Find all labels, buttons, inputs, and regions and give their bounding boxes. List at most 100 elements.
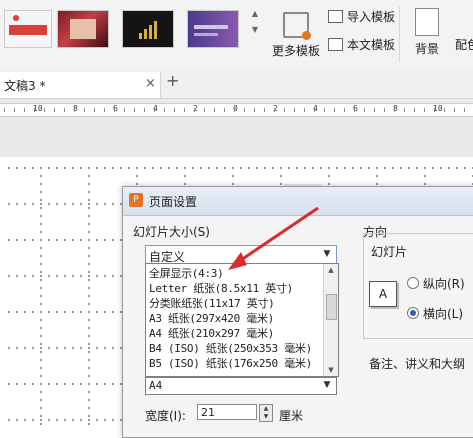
size-option[interactable]: A3 纸张(297x420 毫米) [149,311,274,327]
ruler-tick [4,108,5,112]
scroll-thumb[interactable] [326,294,337,320]
guide-dot [112,311,114,313]
guide-dot [32,203,34,205]
guide-dot [48,239,50,241]
guide-dot [112,419,114,421]
guide-dot [104,239,106,241]
scroll-down-icon[interactable]: ▼ [324,366,338,374]
background-label: 背景 [414,42,439,56]
guide-dot [48,419,50,421]
guide-dot [24,167,26,169]
guide-dot [112,239,114,241]
size-option[interactable]: A4 纸张(210x297 毫米) [149,326,274,342]
scroll-up-icon[interactable]: ▲ [324,266,338,274]
guide-dot [112,275,114,277]
landscape-radio[interactable] [407,307,419,319]
guide-dot [456,167,458,169]
ruler-tick [194,108,195,112]
guide-dot [40,199,42,201]
template-thumbnail-red[interactable] [4,10,52,48]
chevron-down-icon[interactable]: ▼ [320,247,334,261]
guide-dot [80,383,82,385]
guide-dot [72,347,74,349]
guide-dot [40,215,42,217]
size-option[interactable]: B4 (ISO) 纸张(250x353 毫米) [149,341,312,357]
close-icon[interactable]: × [145,76,156,91]
notes-handouts-label: 备注、讲义和大纲 [369,357,466,371]
dialog-title-bar[interactable]: P 页面设置 [123,187,473,216]
portrait-radio[interactable] [407,277,419,289]
guide-dot [88,175,90,177]
guide-dot [32,311,34,313]
width-input[interactable]: 21 [197,404,257,420]
guide-dot [16,275,18,277]
import-icon [328,10,343,23]
guide-dot [136,167,138,169]
width-unit-label: 厘米 [279,409,304,423]
gallery-down-icon[interactable]: ▼ [250,22,260,38]
guide-dot [88,271,90,273]
guide-dot [432,167,434,169]
guide-dot [80,203,82,205]
more-templates-label: 更多模板 [271,44,320,58]
guide-dot [80,167,82,169]
template-thumbnail-purple[interactable] [187,10,239,48]
ruler-tick [264,108,265,112]
doc-template-button[interactable]: 本文模板 [328,36,395,54]
guide-dot [48,275,50,277]
slide-size-dropdown-list[interactable]: 全屏显示(4:3) Letter 纸张(8.5x11 英寸) 分类账纸张(11x… [145,263,339,377]
slide-size-select[interactable]: 自定义 ▼ [145,245,337,265]
guide-dot [72,167,74,169]
guide-dot [88,199,90,201]
guide-dot [416,167,418,169]
add-tab-icon[interactable]: + [166,73,179,89]
list-scrollbar[interactable]: ▲ ▼ [323,264,338,376]
guide-dot [16,311,18,313]
guide-dot [56,419,58,421]
ruler-tick [144,108,145,112]
size-option[interactable]: Letter 纸张(8.5x11 英寸) [149,281,293,297]
match-button[interactable]: 配色 [455,36,473,53]
template-thumbnail-chart[interactable] [122,10,174,48]
document-tab[interactable]: 文稿3 * × [0,72,161,98]
guide-dot [40,423,42,425]
import-template-label: 导入模板 [347,10,396,24]
guide-dot [344,167,346,169]
guide-dot [48,311,50,313]
guide-dot [448,167,450,169]
guide-dot [104,347,106,349]
size-option[interactable]: 全屏显示(4:3) [149,266,224,282]
guide-dot [40,415,42,417]
gallery-up-icon[interactable]: ▲ [250,6,260,22]
guide-dot [40,383,42,385]
guide-dot [16,239,18,241]
gallery-scroll[interactable]: ▲ ▼ [250,6,260,56]
landscape-label[interactable]: 横向(L) [423,305,463,322]
guide-dot [40,419,42,421]
match-label: 配色 [455,38,473,52]
guide-dot [88,223,90,225]
guide-dot [64,203,66,205]
ruler-tick [54,108,55,112]
more-templates-button[interactable]: 更多模板 [268,12,324,59]
guide-dot [88,335,90,337]
guide-dot [128,167,130,169]
template-thumbnail-photo[interactable] [57,10,109,48]
guide-dot [104,419,106,421]
chevron-down-icon[interactable]: ▼ [320,378,334,392]
width-stepper[interactable]: ▲ ▼ [259,404,273,422]
guide-dot [64,167,66,169]
size-option[interactable]: B5 (ISO) 纸张(176x250 毫米) [149,356,312,372]
portrait-label[interactable]: 纵向(R) [423,275,465,292]
import-template-button[interactable]: 导入模板 [328,8,395,26]
guide-dot [40,191,42,193]
guide-dot [104,167,106,169]
ruler-tick [394,108,395,112]
size-option[interactable]: 分类账纸张(11x17 英寸) [149,296,275,312]
paper-size-select[interactable]: A4 ▼ [145,377,337,395]
guide-dot [40,399,42,401]
guide-dot [40,207,42,209]
guide-dot [96,311,98,313]
guide-dot [16,167,18,169]
background-button[interactable]: 背景 [409,8,445,57]
